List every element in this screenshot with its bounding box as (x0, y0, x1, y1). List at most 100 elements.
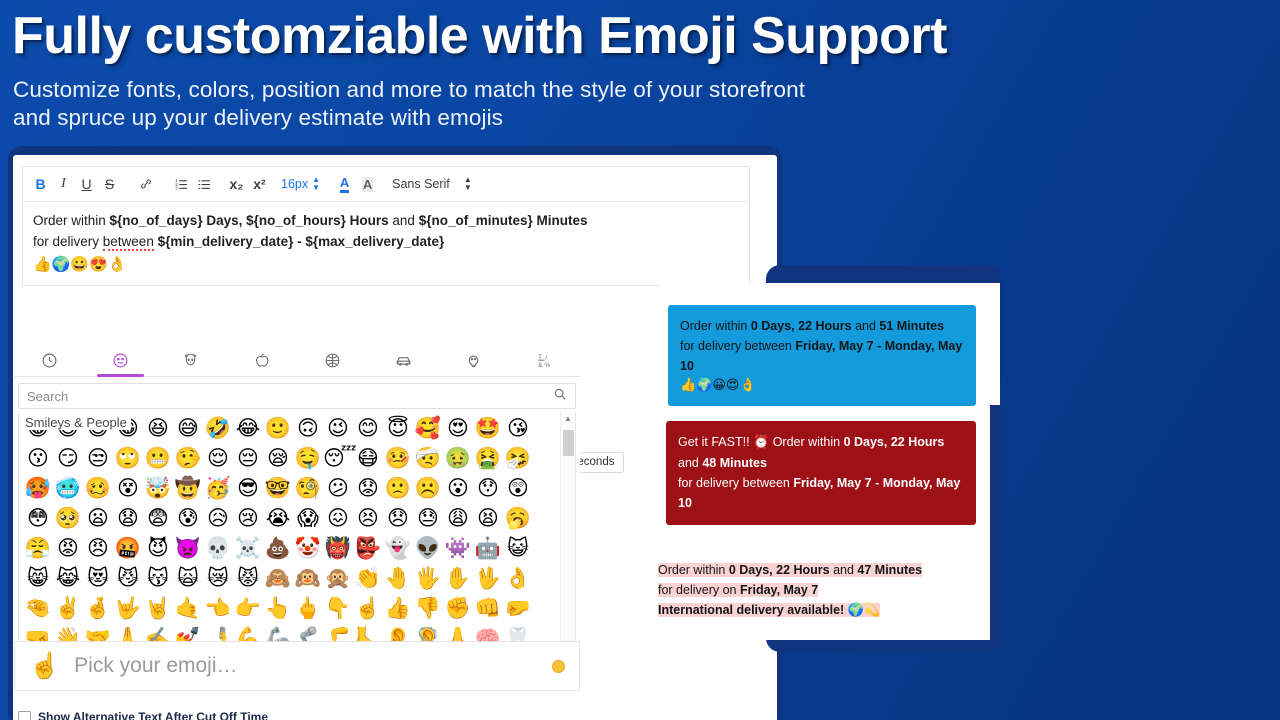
superscript-button[interactable]: x² (248, 171, 271, 197)
emoji-cell[interactable]: 👻 (383, 533, 413, 563)
emoji-cell[interactable]: 😍 (443, 413, 473, 443)
emoji-cell[interactable]: 🤚 (383, 563, 413, 593)
emoji-cell[interactable]: 😩 (443, 503, 473, 533)
emoji-tab-smileys-people[interactable] (85, 345, 156, 377)
emoji-cell[interactable]: 😞 (383, 503, 413, 533)
emoji-cell[interactable]: 😎 (233, 473, 263, 503)
emoji-cell[interactable]: 🤏 (23, 593, 53, 623)
emoji-tab-recent[interactable] (14, 345, 85, 376)
emoji-cell[interactable]: 🤤 (293, 443, 323, 473)
emoji-cell[interactable]: 😵 (113, 473, 143, 503)
emoji-tab-objects[interactable] (439, 345, 510, 376)
emoji-cell[interactable]: 🤟 (113, 593, 143, 623)
emoji-cell[interactable]: 😳 (23, 503, 53, 533)
emoji-cell[interactable]: 🥵 (23, 473, 53, 503)
bold-button[interactable]: B (29, 171, 52, 197)
emoji-cell[interactable]: 😥 (203, 503, 233, 533)
emoji-cell[interactable]: 🖐️ (413, 563, 443, 593)
emoji-cell[interactable]: 🥳 (203, 473, 233, 503)
emoji-cell[interactable]: 😉 (323, 413, 353, 443)
emoji-cell[interactable]: 🤥 (173, 443, 203, 473)
emoji-cell[interactable]: 😒 (83, 443, 113, 473)
emoji-cell[interactable]: 😦 (83, 503, 113, 533)
emoji-cell[interactable]: 🤩 (473, 413, 503, 443)
link-icon[interactable] (134, 171, 157, 197)
emoji-tab-symbols[interactable]: T ♪ & % (509, 345, 580, 376)
subscript-button[interactable]: x₂ (225, 171, 248, 197)
emoji-cell[interactable]: 😲 (503, 473, 533, 503)
emoji-cell[interactable]: 🥺 (53, 503, 83, 533)
emoji-cell[interactable]: 👍 (383, 593, 413, 623)
emoji-cell[interactable]: 😤 (23, 533, 53, 563)
emoji-cell[interactable]: 👾 (443, 533, 473, 563)
emoji-tab-animals-nature[interactable] (156, 345, 227, 376)
emoji-search-box[interactable] (18, 383, 576, 409)
emoji-cell[interactable]: 😗 (23, 443, 53, 473)
emoji-cell[interactable]: 🤙 (173, 593, 203, 623)
emoji-cell[interactable]: 🤯 (143, 473, 173, 503)
emoji-cell[interactable]: 😆 (143, 413, 173, 443)
emoji-cell[interactable]: 👿 (173, 533, 203, 563)
emoji-cell[interactable]: 😰 (173, 503, 203, 533)
emoji-pick-bar[interactable]: ☝️ Pick your emoji… (14, 641, 580, 691)
emoji-cell[interactable]: 😴 (323, 443, 357, 473)
emoji-cell[interactable]: 😬 (143, 443, 173, 473)
emoji-cell[interactable]: 🙉 (293, 563, 323, 593)
emoji-cell[interactable]: 😔 (233, 443, 263, 473)
emoji-cell[interactable]: 🥴 (83, 473, 113, 503)
emoji-pick-placeholder[interactable]: Pick your emoji… (74, 654, 552, 678)
emoji-cell[interactable]: 👹 (323, 533, 353, 563)
show-alternative-text-option[interactable]: Show Alternative Text After Cut Off Time (18, 710, 268, 720)
emoji-grid-container[interactable]: Smileys & People 😀😃😄😁😆😅🤣😂🙂🙃😉😊😇🥰😍🤩😘😗😏😒🙄😬🤥… (18, 412, 576, 658)
unordered-list-icon[interactable] (193, 171, 216, 197)
emoji-cell[interactable]: 👇 (323, 593, 353, 623)
emoji-cell[interactable]: ✊ (443, 593, 473, 623)
emoji-cell[interactable]: 🤬 (113, 533, 143, 563)
emoji-cell[interactable]: 👏 (353, 563, 383, 593)
emoji-cell[interactable]: 🤣 (203, 413, 233, 443)
emoji-cell[interactable]: 😱 (293, 503, 323, 533)
emoji-cell[interactable]: 😓 (413, 503, 443, 533)
emoji-cell[interactable]: 👎 (413, 593, 443, 623)
emoji-cell[interactable]: 💩 (263, 533, 293, 563)
emoji-cell[interactable]: 👺 (353, 533, 383, 563)
emoji-cell[interactable]: 😕 (323, 473, 353, 503)
emoji-cell[interactable]: ✋ (443, 563, 473, 593)
font-family-stepper[interactable]: ▲ ▼ (460, 173, 476, 195)
emoji-cell[interactable]: ☝️ (353, 593, 383, 623)
emoji-cell[interactable]: 🤢 (443, 443, 473, 473)
emoji-cell[interactable]: 😾 (233, 563, 263, 593)
emoji-cell[interactable]: 🤛 (503, 593, 533, 623)
emoji-cell[interactable]: 🙄 (113, 443, 143, 473)
emoji-cell[interactable]: 👈 (203, 593, 233, 623)
emoji-tab-travel-places[interactable] (368, 345, 439, 376)
emoji-cell[interactable]: 🤧 (503, 443, 533, 473)
emoji-cell[interactable]: 👊 (473, 593, 503, 623)
emoji-cell[interactable]: 🤘 (143, 593, 173, 623)
emoji-cell[interactable]: 😌 (203, 443, 233, 473)
emoji-cell[interactable]: 🤠 (173, 473, 203, 503)
emoji-cell[interactable]: 😯 (473, 473, 503, 503)
emoji-cell[interactable]: 🙂 (263, 413, 293, 443)
emoji-cell[interactable]: 😭 (263, 503, 293, 533)
emoji-cell[interactable]: ☠️ (233, 533, 263, 563)
emoji-grid-scrollbar[interactable]: ▲ ▼ (560, 412, 575, 657)
font-size-value[interactable]: 16px (271, 177, 308, 191)
emoji-cell[interactable]: 😧 (113, 503, 143, 533)
emoji-tab-food-drink[interactable] (226, 345, 297, 376)
emoji-cell[interactable]: 👌 (503, 563, 533, 593)
emoji-tab-activity[interactable] (297, 345, 368, 376)
emoji-cell[interactable]: 🥱 (503, 503, 533, 533)
emoji-cell[interactable]: 😖 (323, 503, 353, 533)
emoji-cell[interactable]: 🙈 (263, 563, 293, 593)
emoji-cell[interactable]: 😷 (353, 443, 383, 473)
emoji-cell[interactable]: 😿 (203, 563, 233, 593)
emoji-cell[interactable]: 🖖 (473, 563, 503, 593)
emoji-cell[interactable]: 😠 (83, 533, 113, 563)
emoji-cell[interactable]: 🤖 (473, 533, 503, 563)
emoji-cell[interactable]: 😪 (263, 443, 293, 473)
scrollbar-thumb[interactable] (563, 430, 574, 456)
emoji-cell[interactable]: 🙃 (293, 413, 323, 443)
emoji-cell[interactable]: 😡 (53, 533, 83, 563)
emoji-cell[interactable]: 🥶 (53, 473, 83, 503)
